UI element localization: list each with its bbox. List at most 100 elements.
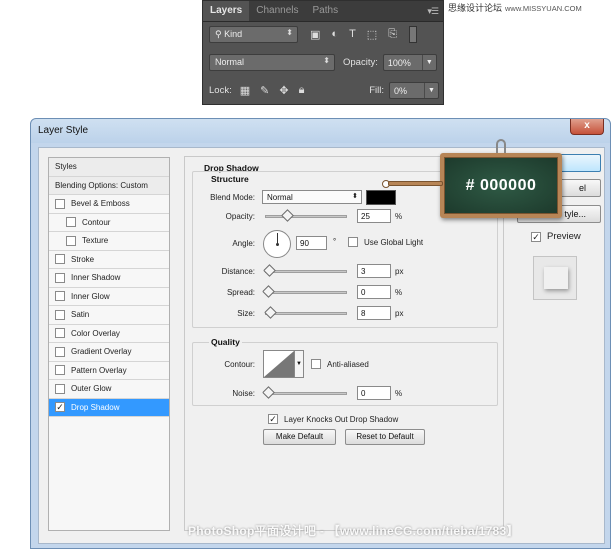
blend-mode-select[interactable]: Normal ⬍ — [209, 54, 335, 71]
chevron-updown-icon: ⬍ — [286, 28, 293, 37]
lock-icons: ▦ ✎ ✥ 🔒︎ — [240, 84, 305, 97]
anti-aliased-checkbox[interactable] — [311, 359, 321, 369]
tab-paths[interactable]: Paths — [306, 1, 346, 21]
style-checkbox[interactable] — [55, 291, 65, 302]
filter-kind-select[interactable]: ⚲ Kind ⬍ — [209, 26, 298, 43]
close-button[interactable]: x — [570, 119, 604, 135]
adjustment-filter-icon[interactable]: ◐ — [331, 28, 338, 41]
spread-input[interactable]: 0 — [357, 285, 391, 299]
callout-board: # 000000 — [444, 157, 558, 214]
shape-filter-icon[interactable]: ⬚ — [367, 28, 377, 41]
opacity-input[interactable]: 100% ▼ — [382, 54, 437, 71]
layers-panel-tabs: Layers Channels Paths ▾☰ — [203, 1, 443, 22]
style-checkbox[interactable] — [55, 198, 65, 209]
distance-label: Distance: — [221, 267, 255, 276]
watermark-top: 思缘设计论坛 www.MISSYUAN.COM — [448, 1, 613, 14]
style-item-label: Drop Shadow — [71, 402, 120, 412]
opacity-input[interactable]: 25 — [357, 209, 391, 223]
use-global-light-row[interactable]: Use Global Light — [348, 237, 423, 247]
watermark-bottom: PhotoShop平面设计吧 - 【www.lineCG.com/tieba/1… — [188, 524, 519, 538]
tab-channels[interactable]: Channels — [249, 1, 305, 21]
blend-mode-select[interactable]: Normal ⬍ — [262, 190, 362, 204]
contour-dropdown[interactable]: ▼ — [295, 350, 304, 378]
size-label: Size: — [237, 309, 255, 318]
style-checkbox[interactable] — [55, 346, 65, 357]
style-item-satin[interactable]: Satin — [49, 306, 169, 325]
noise-input[interactable]: 0 — [357, 386, 391, 400]
chevron-down-icon[interactable]: ▼ — [424, 83, 438, 98]
style-item-label: Pattern Overlay — [71, 365, 127, 375]
use-global-light-checkbox[interactable] — [348, 237, 358, 247]
size-input[interactable]: 8 — [357, 306, 391, 320]
style-item-gradient-overlay[interactable]: Gradient Overlay — [49, 343, 169, 362]
chevron-updown-icon: ⬍ — [323, 56, 330, 65]
noise-unit: % — [395, 389, 403, 398]
smart-object-filter-icon[interactable]: ⎘ — [388, 28, 397, 41]
image-filter-icon[interactable]: ▣ — [310, 28, 320, 41]
opacity-label: Opacity: — [343, 57, 378, 68]
style-checkbox[interactable] — [55, 272, 65, 283]
chevron-down-icon[interactable]: ▼ — [421, 55, 436, 70]
style-item-outer-glow[interactable]: Outer Glow — [49, 380, 169, 399]
style-item-contour[interactable]: Contour — [49, 214, 169, 232]
lock-brush-icon[interactable]: ✎ — [260, 84, 269, 97]
lock-all-icon[interactable]: 🔒︎ — [299, 84, 305, 97]
noise-label: Noise: — [232, 389, 255, 398]
style-item-inner-shadow[interactable]: Inner Shadow — [49, 269, 169, 288]
style-checkbox[interactable] — [55, 383, 65, 394]
tab-layers[interactable]: Layers — [203, 1, 250, 21]
style-checkbox[interactable] — [55, 309, 65, 320]
style-checkbox[interactable] — [55, 328, 65, 339]
search-icon: ⚲ — [215, 29, 225, 39]
style-checkbox[interactable] — [55, 254, 65, 265]
distance-input[interactable]: 3 — [357, 264, 391, 278]
style-checkbox[interactable] — [55, 365, 65, 376]
style-item-drop-shadow[interactable]: ✓ Drop Shadow — [49, 398, 169, 417]
style-item-inner-glow[interactable]: Inner Glow — [49, 288, 169, 306]
style-item-bevel-emboss[interactable]: Bevel & Emboss — [49, 195, 169, 214]
spread-slider[interactable] — [262, 285, 347, 298]
shadow-color-swatch[interactable] — [366, 190, 396, 205]
type-filter-icon[interactable]: T — [349, 28, 356, 41]
callout-pointer — [388, 181, 443, 186]
style-checkbox[interactable] — [66, 217, 76, 228]
opacity-label: Opacity: — [225, 212, 255, 221]
noise-slider[interactable] — [262, 386, 347, 399]
lock-position-icon[interactable]: ✥ — [279, 84, 288, 97]
filter-toggle[interactable] — [409, 26, 418, 43]
make-default-button[interactable]: Make Default — [263, 429, 336, 445]
style-item-texture[interactable]: Texture — [49, 232, 169, 251]
size-slider[interactable] — [264, 306, 347, 319]
reset-to-default-button[interactable]: Reset to Default — [345, 429, 425, 445]
preview-checkbox[interactable]: ✓ — [531, 231, 541, 242]
angle-input[interactable]: 90 — [296, 236, 327, 250]
fill-input[interactable]: 0% ▼ — [389, 82, 439, 99]
watermark-domain: www.MISSYUAN.COM — [505, 4, 582, 13]
panel-menu-icon[interactable]: ▾☰ — [427, 6, 439, 17]
lock-transparent-icon[interactable]: ▦ — [240, 84, 250, 97]
distance-slider[interactable] — [263, 264, 347, 277]
style-item-blending-options-custom[interactable]: Blending Options: Custom — [49, 176, 169, 195]
style-item-stroke[interactable]: Stroke — [49, 251, 169, 269]
fill-label: Fill: — [369, 85, 384, 96]
lock-label: Lock: — [209, 85, 232, 96]
layers-panel: Layers Channels Paths ▾☰ ⚲ Kind ⬍ ▣ ◐ T … — [202, 0, 444, 105]
layer-knocks-out-checkbox[interactable]: ✓ — [268, 414, 278, 424]
style-item-styles[interactable]: Styles — [49, 158, 169, 177]
style-item-label: Contour — [82, 217, 111, 227]
opacity-slider[interactable] — [265, 209, 347, 222]
filter-row: ⚲ Kind ⬍ ▣ ◐ T ⬚ ⎘ — [209, 26, 439, 43]
callout-hanger — [496, 139, 506, 153]
angle-dial[interactable] — [263, 230, 291, 258]
layer-knocks-out-row[interactable]: ✓ Layer Knocks Out Drop Shadow — [268, 414, 398, 424]
angle-label: Angle: — [232, 239, 255, 248]
preview-row[interactable]: ✓ Preview — [531, 231, 581, 242]
anti-aliased-row[interactable]: Anti-aliased — [311, 359, 369, 369]
style-checkbox[interactable] — [66, 235, 76, 246]
style-item-color-overlay[interactable]: Color Overlay — [49, 325, 169, 343]
contour-preview[interactable] — [263, 350, 295, 378]
style-checkbox[interactable]: ✓ — [55, 402, 65, 413]
opacity-unit: % — [395, 212, 403, 221]
watermark-site: 思缘设计论坛 — [448, 3, 503, 13]
style-item-pattern-overlay[interactable]: Pattern Overlay — [49, 362, 169, 380]
